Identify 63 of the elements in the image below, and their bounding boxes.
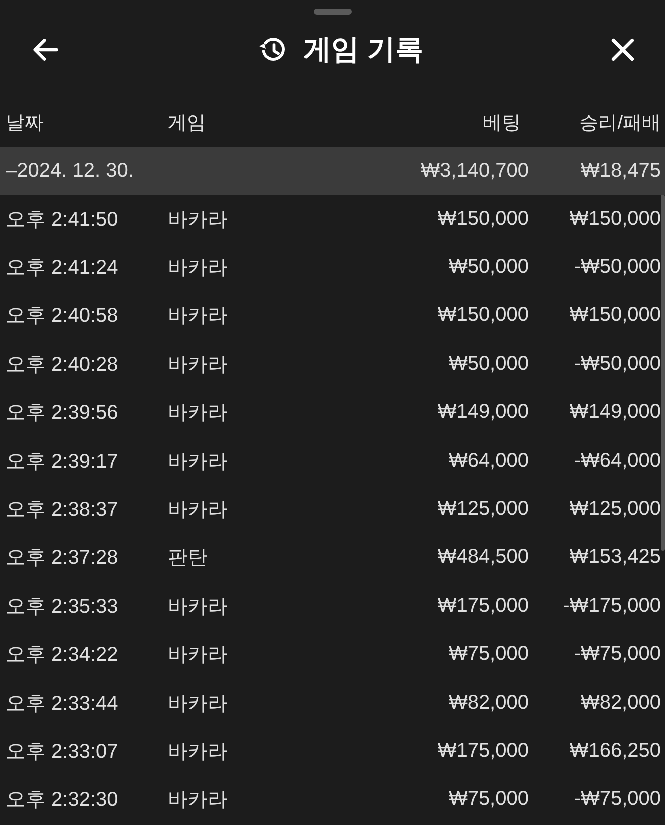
table-cell-text: ₩175,000	[436, 594, 529, 618]
table-cell-text: 바카라	[168, 594, 229, 620]
table-cell-text: ₩64,000	[448, 450, 529, 473]
table-cell-text: ₩149,000	[436, 401, 529, 424]
table-cell-text: -₩75,000	[573, 788, 661, 812]
table-cell-text: ₩3,140,700	[420, 160, 529, 182]
drag-handle[interactable]	[314, 9, 352, 15]
table-cell-text: ₩50,000	[448, 256, 529, 280]
column-header: 승리/패배	[578, 112, 661, 136]
table-cell-text: 바카라	[168, 498, 229, 524]
table-cell-text: 바카라	[168, 643, 229, 668]
table-cell-text: 오후 2:40:28	[6, 352, 120, 378]
table-cell-text: ₩150,000	[436, 208, 529, 231]
table-cell-text: 바카라	[168, 208, 229, 233]
table-cell-text: ₩149,000	[568, 401, 661, 424]
table-cell-text: ₩166,250	[568, 740, 661, 763]
table-cell-text: ₩82,000	[448, 692, 529, 715]
table-cell-text: ₩125,000	[568, 498, 661, 522]
table-cell-text: 바카라	[168, 401, 229, 426]
table-cell-text: 오후 2:35:33	[6, 594, 120, 620]
table-cell-text: ₩82,000	[580, 692, 661, 715]
table-cell-text: -₩175,000	[562, 594, 661, 618]
table-cell-text: 바카라	[168, 740, 229, 765]
column-header: 게임	[168, 112, 207, 136]
table-cell-text: 바카라	[168, 256, 229, 282]
table-cell-text: 바카라	[168, 352, 229, 378]
table-cell-text: ₩125,000	[436, 498, 529, 522]
window-title: 게임 기록	[304, 33, 424, 67]
table-cell-text: 바카라	[168, 788, 229, 814]
column-header: 베팅	[482, 112, 522, 136]
table-cell-text: ₩150,000	[568, 208, 661, 231]
table-cell-text: ₩150,000	[436, 304, 529, 328]
column-header: 날짜	[6, 112, 45, 136]
table-cell-text: ₩18,475	[580, 160, 661, 182]
table-cell-text: ₩150,000	[568, 304, 661, 328]
table-cell-text: 오후 2:34:22	[6, 643, 120, 668]
table-cell-text: ₩175,000	[436, 740, 529, 763]
table-cell-text: 오후 2:37:28	[6, 546, 120, 572]
table-cell-text: ₩484,500	[436, 546, 529, 570]
table-cell-text: ₩50,000	[448, 352, 529, 376]
table-cell-text: 오후 2:41:24	[6, 256, 120, 282]
table-cell-text: 오후 2:40:58	[6, 304, 120, 330]
table-cell-text: 판탄	[168, 546, 209, 572]
table-cell-text: 오후 2:39:56	[6, 401, 120, 426]
table-cell-text: 오후 2:33:07	[6, 740, 120, 765]
table-cell-text: -₩50,000	[573, 256, 661, 280]
table-cell-text: 오후 2:39:17	[6, 450, 120, 475]
table-cell-text: 바카라	[168, 450, 229, 475]
table-cell-text: ₩153,425	[568, 546, 661, 570]
scrollbar-thumb[interactable]	[661, 195, 665, 551]
table-cell-text: 바카라	[168, 692, 229, 717]
table-cell-text: 오후 2:33:44	[6, 692, 120, 717]
table-cell-text: -₩64,000	[573, 450, 661, 473]
table-cell-text: 바카라	[168, 304, 229, 330]
table-cell-text: ₩75,000	[448, 643, 529, 666]
table-cell-text: -₩75,000	[573, 643, 661, 666]
table-cell-text: -₩50,000	[573, 352, 661, 376]
table-cell-text: ₩75,000	[448, 788, 529, 812]
group-date: –2024. 12. 30.	[6, 160, 135, 182]
table-cell-text: 오후 2:32:30	[6, 788, 120, 814]
table-cell-text: 오후 2:38:37	[6, 498, 120, 524]
date-group-row[interactable]: –2024. 12. 30. ₩3,140,700 ₩18,475	[0, 147, 665, 195]
table-cell-text: 오후 2:41:50	[6, 208, 120, 233]
